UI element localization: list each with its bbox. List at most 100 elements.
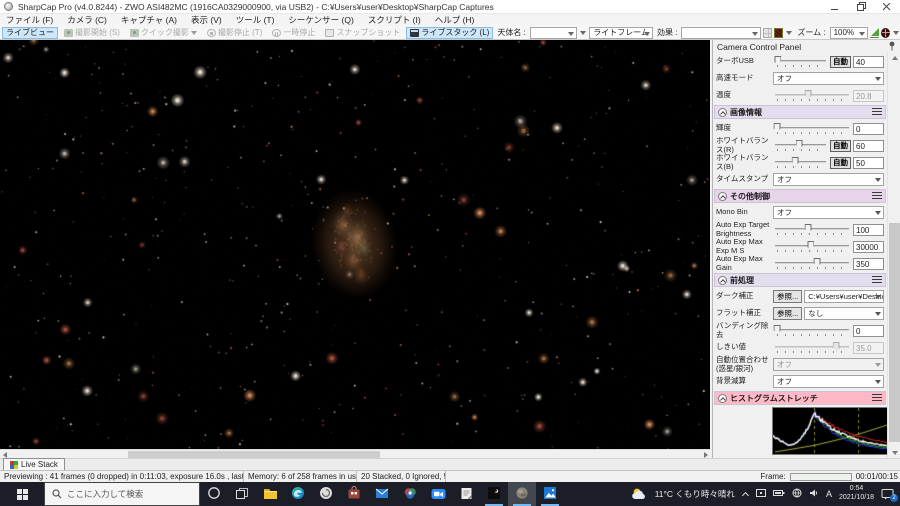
taskbar-app-notes[interactable] xyxy=(452,482,480,506)
camera-preview-viewport[interactable] xyxy=(0,40,710,449)
restore-button[interactable] xyxy=(848,0,874,14)
tray-window-icon[interactable] xyxy=(755,488,766,500)
zoom-combobox[interactable]: 100% xyxy=(829,26,869,39)
taskbar-app-task-view[interactable] xyxy=(228,482,256,506)
combo-mono-bin[interactable]: オフ xyxy=(773,206,884,219)
section-other-controls[interactable]: その他制御 xyxy=(714,189,886,203)
slider-auto-exp-max-exp[interactable] xyxy=(775,240,849,254)
taskbar-app-sharpcap-focused[interactable] xyxy=(508,482,536,506)
collapse-icon[interactable] xyxy=(718,191,727,201)
hidden-icons-chevron[interactable] xyxy=(742,491,749,498)
scroll-down-arrow[interactable] xyxy=(888,448,900,458)
value-auto-exp-max-exp[interactable]: 30000 xyxy=(853,240,884,253)
section-preprocessing[interactable]: 前処理 xyxy=(714,273,886,287)
collapse-icon[interactable] xyxy=(718,393,727,403)
object-name-combobox[interactable] xyxy=(529,26,578,39)
combo-background-subtraction[interactable]: オフ xyxy=(773,375,884,388)
taskbar-clock[interactable]: 0:54 2021/10/18 xyxy=(839,485,874,503)
taskbar-app-store[interactable] xyxy=(340,482,368,506)
close-button[interactable] xyxy=(874,0,900,14)
minimize-button[interactable] xyxy=(822,0,848,14)
network-globe-icon[interactable] xyxy=(792,488,802,500)
slider-auto-exp-target-brightness[interactable] xyxy=(775,223,849,237)
section-histogram-stretch[interactable]: ヒストグラムストレッチ xyxy=(714,391,886,405)
grid-overlay-icon[interactable] xyxy=(763,27,773,38)
taskbar-app-file-explorer[interactable] xyxy=(256,482,284,506)
quick-capture-button[interactable]: クイック撮影 xyxy=(126,27,201,39)
speaker-icon[interactable] xyxy=(809,488,819,500)
histogram-toggle-icon[interactable] xyxy=(870,27,879,38)
reticle-dropdown-button[interactable] xyxy=(892,27,900,39)
live-stack-button[interactable]: ライブスタック (L) xyxy=(406,26,494,39)
auto-button-turbo-usb[interactable]: 自動 xyxy=(830,55,851,68)
section-menu-icon[interactable] xyxy=(872,276,882,284)
slider-auto-exp-max-gain[interactable] xyxy=(775,257,849,271)
taskbar-app-sharpcap[interactable] xyxy=(480,482,508,506)
auto-button-white-balance-b[interactable]: 自動 xyxy=(830,156,851,169)
horizontal-scrollbar-thumb[interactable] xyxy=(128,451,380,458)
taskbar-app-cortana[interactable] xyxy=(200,482,228,506)
menu-view[interactable]: 表示 (V) xyxy=(191,14,222,26)
combo-high-speed-mode[interactable]: オフ xyxy=(773,72,884,85)
effects-combobox[interactable] xyxy=(681,26,762,39)
section-menu-icon[interactable] xyxy=(872,108,882,116)
slider-white-balance-r[interactable] xyxy=(775,139,826,153)
menu-file[interactable]: ファイル (F) xyxy=(6,14,53,26)
value-auto-exp-max-gain[interactable]: 350 xyxy=(853,257,884,270)
section-menu-icon[interactable] xyxy=(872,394,882,402)
notification-center-icon[interactable]: 2 xyxy=(881,488,898,502)
menu-sequencer[interactable]: シーケンサー (Q) xyxy=(288,14,353,26)
taskbar-app-zoom-app[interactable] xyxy=(424,482,452,506)
overlay-dropdown-button[interactable] xyxy=(785,27,793,39)
value-banding-removal[interactable]: 0 xyxy=(853,324,884,337)
ime-indicator[interactable]: A xyxy=(826,489,832,499)
taskbar-app-mail[interactable] xyxy=(368,482,396,506)
combo-auto-align[interactable]: オフ xyxy=(773,358,884,371)
reticle-icon[interactable] xyxy=(880,27,890,38)
value-brightness[interactable]: 0 xyxy=(853,122,884,135)
menu-tools[interactable]: ツール (T) xyxy=(236,14,275,26)
auto-button-white-balance-r[interactable]: 自動 xyxy=(830,139,851,152)
value-white-balance-r[interactable]: 60 xyxy=(853,139,884,152)
browse-button-flat-correction[interactable]: 参照... xyxy=(773,307,803,320)
tab-live-stack[interactable]: Live Stack xyxy=(3,458,65,470)
slider-turbo-usb[interactable] xyxy=(774,55,826,69)
slider-banding-removal[interactable] xyxy=(773,324,849,338)
start-button[interactable] xyxy=(0,482,44,506)
menu-camera[interactable]: カメラ (C) xyxy=(67,14,107,26)
combo-timestamp[interactable]: オフ xyxy=(773,173,884,186)
live-view-button[interactable]: ライブビュー xyxy=(2,26,58,39)
pause-button[interactable]: 一時停止 xyxy=(268,27,319,39)
taskbar-search-input[interactable]: ここに入力して検索 xyxy=(44,482,200,506)
slider-white-balance-b[interactable] xyxy=(775,156,826,170)
taskbar-app-photos[interactable] xyxy=(536,482,564,506)
taskbar-app-paint3d[interactable] xyxy=(396,482,424,506)
stop-capture-button[interactable]: 撮影停止 (T) xyxy=(203,27,266,39)
pin-icon[interactable] xyxy=(888,41,896,53)
combo-dark-correction[interactable]: C:¥Users¥user¥Desktop¥Sh… xyxy=(804,290,884,303)
menu-help[interactable]: ヘルプ (H) xyxy=(435,14,475,26)
browse-button-dark-correction[interactable]: 参照... xyxy=(773,290,803,303)
value-turbo-usb[interactable]: 40 xyxy=(853,55,884,68)
value-white-balance-b[interactable]: 50 xyxy=(853,156,884,169)
panel-vertical-scrollbar[interactable] xyxy=(887,53,900,458)
value-auto-exp-target-brightness[interactable]: 100 xyxy=(853,223,884,236)
weather-icon[interactable] xyxy=(631,487,648,502)
menu-capture[interactable]: キャプチャ (A) xyxy=(121,14,177,26)
bayer-pattern-icon[interactable] xyxy=(774,27,784,38)
battery-icon[interactable] xyxy=(772,489,785,499)
snapshot-button[interactable]: スナップショット xyxy=(321,27,404,39)
taskbar-app-edge[interactable] xyxy=(284,482,312,506)
start-capture-button[interactable]: 撮影開始 (S) xyxy=(60,27,124,39)
menu-scripting[interactable]: スクリプト (I) xyxy=(368,14,421,26)
taskbar-app-galaxy-app[interactable] xyxy=(312,482,340,506)
collapse-icon[interactable] xyxy=(718,275,727,285)
scroll-up-arrow[interactable] xyxy=(888,53,900,63)
slider-brightness[interactable] xyxy=(773,122,849,136)
collapse-icon[interactable] xyxy=(718,107,727,117)
frame-type-combobox[interactable]: ライトフレーム xyxy=(589,26,653,39)
horizontal-scrollbar[interactable] xyxy=(0,449,710,458)
object-name-dropdown-button[interactable] xyxy=(579,27,587,39)
combo-flat-correction[interactable]: なし xyxy=(804,307,884,320)
vertical-scrollbar-thumb[interactable] xyxy=(889,223,900,442)
